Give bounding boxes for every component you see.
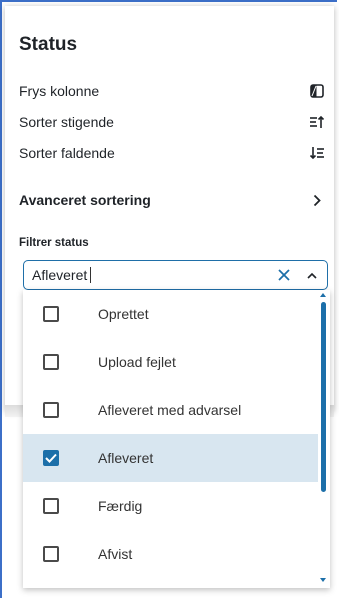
chevron-right-icon — [313, 194, 321, 207]
checkbox[interactable] — [43, 546, 59, 562]
option-upload-fejlet[interactable]: Upload fejlet — [23, 338, 318, 386]
checkbox[interactable] — [43, 306, 59, 322]
option-label: Afleveret med advarsel — [98, 402, 242, 418]
option-label: Upload fejlet — [98, 354, 176, 370]
sort-descending-label: Sorter faldende — [19, 145, 115, 161]
option-oprettet[interactable]: Oprettet — [23, 290, 318, 338]
checkbox[interactable] — [43, 402, 59, 418]
checkbox-checked[interactable] — [43, 450, 59, 466]
option-label: Oprettet — [98, 306, 149, 322]
freeze-column-icon — [309, 83, 325, 99]
text-caret — [90, 267, 92, 283]
advanced-sort-item[interactable]: Avanceret sortering — [19, 189, 327, 211]
scroll-up-arrow-icon[interactable] — [320, 293, 326, 297]
clear-icon[interactable] — [275, 266, 293, 284]
freeze-column-item[interactable]: Frys kolonne — [19, 80, 327, 102]
sort-descending-icon — [309, 145, 325, 161]
option-faerdig[interactable]: Færdig — [23, 482, 318, 530]
option-afvist[interactable]: Afvist — [23, 530, 318, 578]
option-afleveret[interactable]: Afleveret — [23, 434, 318, 482]
scrollbar-thumb[interactable] — [321, 302, 326, 492]
sort-ascending-item[interactable]: Sorter stigende — [19, 111, 327, 133]
sort-ascending-label: Sorter stigende — [19, 114, 114, 130]
advanced-sort-label: Avanceret sortering — [19, 192, 151, 208]
filter-status-value-wrap: Afleveret — [32, 267, 275, 283]
column-menu-title: Status — [19, 34, 78, 55]
option-label: Færdig — [98, 498, 143, 514]
status-options-dropdown: Oprettet Upload fejlet Afleveret med adv… — [23, 290, 330, 588]
filter-status-value: Afleveret — [32, 267, 88, 283]
sort-descending-item[interactable]: Sorter faldende — [19, 142, 327, 164]
freeze-column-label: Frys kolonne — [19, 83, 100, 99]
filter-status-input[interactable]: Afleveret — [23, 260, 328, 290]
checkmark-icon — [45, 453, 57, 463]
option-label: Afleveret — [98, 450, 154, 466]
filter-status-label: Filtrer status — [19, 237, 89, 249]
checkbox[interactable] — [43, 354, 59, 370]
scroll-down-arrow-icon[interactable] — [320, 578, 326, 582]
sort-ascending-icon — [309, 114, 325, 130]
chevron-up-icon[interactable] — [305, 268, 319, 282]
option-label: Afvist — [98, 546, 133, 562]
option-afleveret-med-advarsel[interactable]: Afleveret med advarsel — [23, 386, 318, 434]
checkbox[interactable] — [43, 498, 59, 514]
